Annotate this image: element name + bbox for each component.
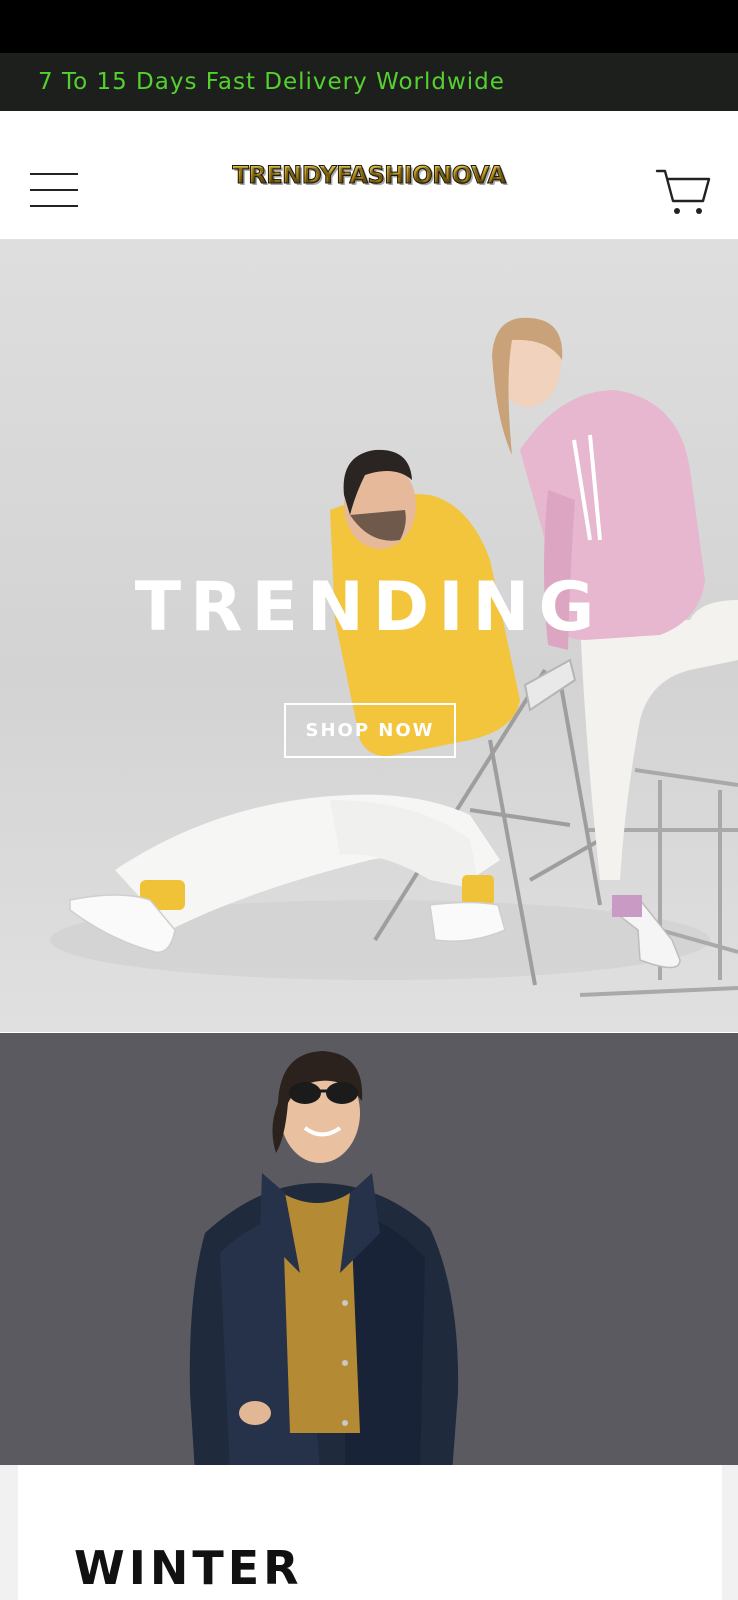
hero-title: TRENDING — [134, 568, 604, 647]
page-gutter — [722, 1465, 738, 1600]
shopping-cart-icon[interactable] — [655, 167, 711, 217]
page-gutter — [0, 1465, 18, 1600]
hero-banner: TRENDING SHOP NOW — [0, 240, 738, 1032]
shop-now-button[interactable]: SHOP NOW — [284, 703, 456, 758]
store-logo[interactable]: TRENDYFASHIONOVA — [231, 157, 507, 193]
collection-card: WINTER — [18, 1465, 722, 1600]
menu-line — [30, 173, 78, 175]
cart-svg — [655, 169, 711, 214]
hamburger-menu-icon[interactable] — [30, 171, 78, 211]
announcement-text: 7 To 15 Days Fast Delivery Worldwide — [38, 69, 505, 95]
menu-line — [30, 205, 78, 207]
menu-line — [30, 189, 78, 191]
collection-title: WINTER — [74, 1541, 303, 1595]
logo-text: TRENDYFASHIONOVA — [232, 161, 507, 190]
status-bar — [0, 0, 738, 53]
winter-collection-banner: WINTER — [0, 1033, 738, 1600]
site-header: TRENDYFASHIONOVA — [0, 111, 738, 240]
announcement-bar: 7 To 15 Days Fast Delivery Worldwide — [0, 53, 738, 111]
